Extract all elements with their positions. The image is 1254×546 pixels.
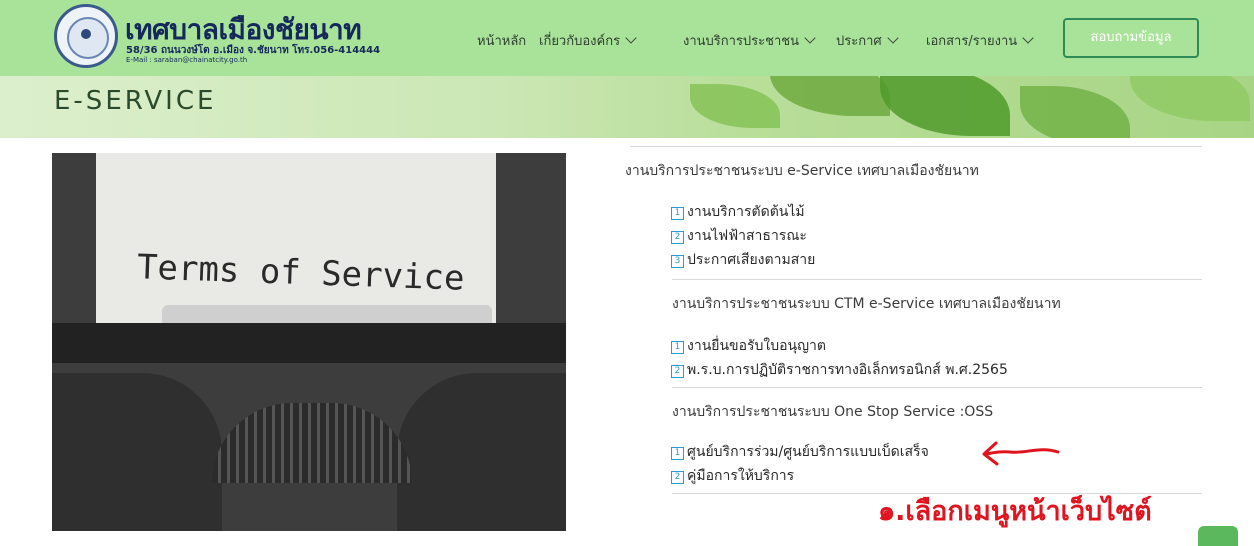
- scroll-to-top-button[interactable]: [1198, 526, 1238, 546]
- list-item[interactable]: 1 ศูนย์บริการร่วม/ศูนย์บริการแบบเบ็ดเสร็จ: [671, 441, 929, 463]
- nav-services[interactable]: งานบริการประชาชน: [683, 30, 816, 54]
- typewriter-typebars: [212, 403, 412, 483]
- leaf-decoration: [770, 76, 890, 116]
- municipality-seal-icon[interactable]: [54, 4, 118, 68]
- section-heading-ctm: งานบริการประชาชนระบบ CTM e-Service เทศบา…: [672, 296, 1061, 312]
- annotation-text: ๑.เลือกเมนูหน้าเว็บไซต์: [878, 496, 1152, 527]
- leaf-decoration: [880, 76, 1010, 136]
- nav-about[interactable]: เกี่ยวกับองค์กร: [539, 30, 637, 54]
- divider: [630, 146, 1202, 147]
- leaf-decoration: [1020, 86, 1130, 138]
- chevron-down-icon: [886, 32, 899, 44]
- section-heading-eservice: งานบริการประชาชนระบบ e-Service เทศบาลเมื…: [625, 163, 979, 179]
- divider: [672, 279, 1202, 280]
- typewriter-body: [52, 373, 222, 531]
- chevron-down-icon: [625, 32, 637, 44]
- list-item[interactable]: 2 งานไฟฟ้าสาธารณะ: [671, 225, 807, 247]
- typewriter-roller: [52, 323, 566, 363]
- list-item[interactable]: 1 งานบริการตัดต้นไม้: [671, 201, 805, 223]
- chevron-down-icon: [1022, 32, 1034, 44]
- nav-announce[interactable]: ประกาศ: [836, 30, 899, 54]
- leaf-decoration: [1130, 76, 1250, 121]
- nav-documents[interactable]: เอกสาร/รายงาน: [926, 30, 1034, 54]
- nav-home[interactable]: หน้าหลัก: [477, 30, 526, 54]
- page-banner: E-SERVICE: [0, 76, 1254, 138]
- leaf-decoration: [690, 84, 780, 128]
- section-heading-oss: งานบริการประชาชนระบบ One Stop Service :O…: [672, 404, 994, 420]
- chevron-down-icon: [804, 32, 816, 44]
- terms-of-service-image: Terms of Service: [52, 153, 566, 531]
- typewriter-body: [397, 373, 566, 531]
- site-header: เทศบาลเมืองชัยนาท 58/36 ถนนวงษ์โต อ.เมือ…: [0, 0, 1254, 80]
- divider: [672, 387, 1202, 388]
- contact-button[interactable]: สอบถามข้อมูล: [1063, 18, 1199, 58]
- list-item[interactable]: 3 ประกาศเสียงตามสาย: [671, 249, 815, 271]
- page-title: E-SERVICE: [54, 86, 217, 116]
- list-item[interactable]: 1 งานยื่นขอรับใบอนุญาต: [671, 335, 826, 357]
- site-email: E-Mail : saraban@chainatcity.go.th: [126, 56, 248, 64]
- list-item[interactable]: 2 พ.ร.บ.การปฏิบัติราชการทางอิเล็กทรอนิกส์…: [671, 359, 1008, 381]
- annotation-arrow-icon: [982, 441, 1060, 466]
- list-item[interactable]: 2 คู่มือการให้บริการ: [671, 465, 794, 487]
